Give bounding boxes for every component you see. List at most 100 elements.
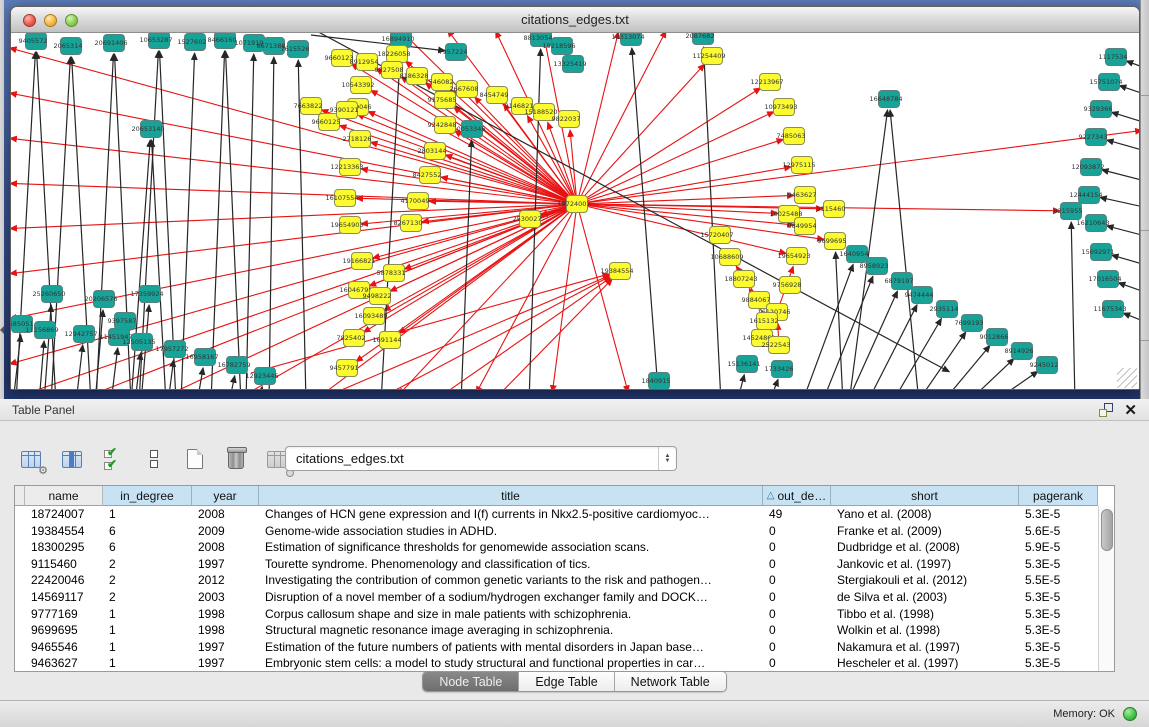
graph-edge[interactable] [822, 276, 873, 390]
table-row[interactable]: 1456911722003Disruption of a novel membe… [15, 589, 1098, 606]
graph-node[interactable]: 25260650 [32, 286, 65, 303]
graph-node[interactable]: 7957224 [439, 44, 468, 61]
graph-edge[interactable] [847, 291, 897, 390]
table-cell[interactable]: Hescheler et al. (1997) [831, 655, 1019, 672]
graph-node[interactable]: 12213363 [330, 159, 363, 176]
graph-edge[interactable] [44, 305, 51, 390]
graph-node[interactable]: 15136141 [727, 356, 760, 373]
table-cell[interactable]: 2008 [192, 506, 259, 523]
network-canvas[interactable]: 9405572206531420691406106532871527602846… [11, 33, 1139, 390]
graph-node[interactable]: 18807243 [724, 271, 757, 288]
graph-node[interactable]: 12923446 [245, 368, 278, 385]
table-cell[interactable]: 0 [763, 589, 831, 606]
graph-node[interactable]: 17016504 [1088, 271, 1121, 288]
graph-node[interactable]: 9329366 [1084, 101, 1113, 118]
table-cell[interactable]: 5.3E-5 [1019, 556, 1098, 573]
table-cell[interactable]: Investigating the contribution of common… [259, 572, 763, 589]
graph-node[interactable]: 7663822 [294, 98, 323, 115]
table-row[interactable]: 969969511998Structural magnetic resonanc… [15, 622, 1098, 639]
graph-edge[interactable] [211, 51, 225, 390]
graph-node[interactable]: 5878331 [377, 265, 406, 282]
graph-edge[interactable] [454, 131, 577, 204]
graph-node[interactable]: 10973493 [764, 99, 797, 116]
graph-node[interactable]: 1615132 [750, 313, 779, 330]
graph-edge[interactable] [1126, 61, 1139, 71]
graph-edge[interactable] [51, 57, 70, 390]
graph-edge[interactable] [836, 252, 843, 390]
graph-node[interactable]: 2803144 [418, 143, 447, 160]
table-cell[interactable]: 5.5E-5 [1019, 572, 1098, 589]
table-cell[interactable]: 9463627 [25, 655, 103, 672]
table-cell[interactable]: 1 [103, 506, 192, 523]
table-cell[interactable]: 5.9E-5 [1019, 539, 1098, 556]
graph-edge[interactable] [967, 359, 1014, 390]
graph-node[interactable]: 16648784 [869, 91, 902, 108]
graph-edge[interactable] [917, 332, 966, 390]
table-cell[interactable]: 5.3E-5 [1019, 655, 1098, 672]
graph-node[interactable]: 2935114 [930, 301, 959, 318]
graph-node[interactable]: 20653140 [131, 121, 164, 138]
graph-node[interactable]: 1527602 [178, 34, 207, 51]
graph-node[interactable]: 12093872 [1071, 159, 1104, 176]
graph-node[interactable]: 19166821 [342, 253, 375, 270]
graph-node[interactable]: 8914926 [1005, 343, 1034, 360]
graph-node[interactable]: 15692971 [1081, 244, 1114, 261]
table-cell[interactable]: Estimation of significance thresholds fo… [259, 539, 763, 556]
graph-edge[interactable] [1100, 197, 1139, 209]
graph-node[interactable]: 11254409 [692, 48, 725, 65]
graph-node[interactable]: 19654923 [777, 248, 810, 265]
table-cell[interactable]: Wolkin et al. (1998) [831, 622, 1019, 639]
graph-node[interactable]: 9457791 [330, 360, 359, 377]
table-row[interactable]: 1938455462009Genome-wide association stu… [15, 523, 1098, 540]
table-row[interactable]: 946362711997Embryonic stem cells: a mode… [15, 655, 1098, 672]
table-cell[interactable]: 2012 [192, 572, 259, 589]
column-header-name[interactable]: name [25, 486, 103, 506]
table-row[interactable]: 911546021997Tourette syndrome. Phenomeno… [15, 556, 1098, 573]
graph-edge[interactable] [577, 204, 628, 390]
tab-network-table[interactable]: Network Table [615, 672, 726, 691]
column-header-out_de[interactable]: △out_de… [763, 486, 831, 506]
graph-node[interactable]: 10543392 [341, 77, 374, 94]
table-cell[interactable]: 1998 [192, 622, 259, 639]
graph-node[interactable]: 8454749 [480, 87, 509, 104]
graph-edge[interactable] [269, 57, 274, 390]
table-cell[interactable]: Dudbridge et al. (2008) [831, 539, 1019, 556]
graph-node[interactable]: 9463627 [788, 187, 817, 204]
table-scrollbar[interactable] [1098, 506, 1114, 672]
table-cell[interactable]: Stergiakouli et al. (2012) [831, 572, 1019, 589]
graph-node[interactable]: 12213967 [750, 74, 783, 91]
collapse-arrow-icon[interactable] [0, 326, 4, 334]
column-header-pagerank[interactable]: pagerank [1019, 486, 1098, 506]
graph-edge[interactable] [1112, 112, 1139, 125]
table-row[interactable]: 1830029562008Estimation of significance … [15, 539, 1098, 556]
table-cell[interactable]: 2003 [192, 589, 259, 606]
table-cell[interactable]: 2008 [192, 539, 259, 556]
graph-node[interactable]: 13325419 [553, 56, 586, 73]
graph-edge[interactable] [1071, 222, 1075, 390]
graph-edge[interactable] [942, 345, 990, 390]
table-cell[interactable]: Yano et al. (2008) [831, 506, 1019, 523]
graph-edge[interactable] [577, 112, 774, 204]
graph-node[interactable]: 9227343 [1079, 129, 1108, 146]
graph-edge[interactable] [1112, 255, 1139, 267]
graph-edge[interactable] [1123, 313, 1139, 325]
table-cell[interactable]: 0 [763, 639, 831, 656]
table-cell[interactable]: 5.3E-5 [1019, 622, 1098, 639]
table-settings-icon[interactable]: ⚙ [18, 446, 44, 472]
graph-node[interactable]: 9012866 [980, 329, 1009, 346]
float-panel-icon[interactable] [1099, 403, 1113, 417]
graph-node[interactable]: 10688609 [710, 249, 743, 266]
table-cell[interactable]: 2 [103, 556, 192, 573]
table-cell[interactable]: Tourette syndrome. Phenomenology and cla… [259, 556, 763, 573]
scrollbar-thumb[interactable] [1101, 509, 1113, 551]
graph-edge[interactable] [704, 47, 721, 390]
table-cell[interactable]: 5.6E-5 [1019, 523, 1098, 540]
graph-edge[interactable] [1107, 140, 1139, 153]
table-cell[interactable]: 2 [103, 572, 192, 589]
graph-edge[interactable] [632, 48, 659, 390]
table-cell[interactable]: 9699695 [25, 622, 103, 639]
table-row[interactable]: 2242004622012Investigating the contribut… [15, 572, 1098, 589]
table-cell[interactable]: Franke et al. (2009) [831, 523, 1019, 540]
column-header-short[interactable]: short [831, 486, 1019, 506]
table-cell[interactable]: 1 [103, 606, 192, 623]
